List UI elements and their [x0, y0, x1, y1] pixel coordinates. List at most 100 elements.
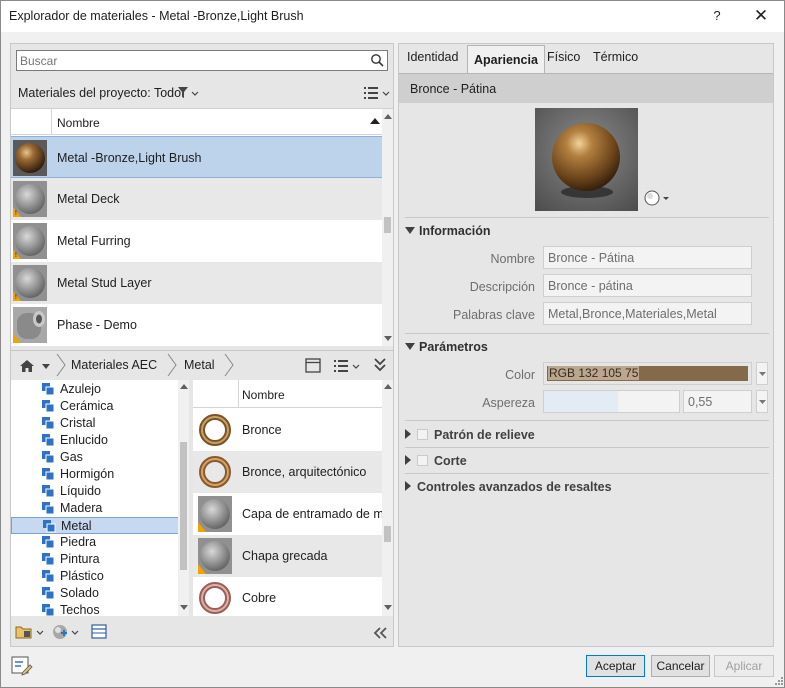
collapse-library-icon[interactable]: [373, 357, 387, 373]
open-library-icon[interactable]: [15, 624, 45, 640]
tree-item[interactable]: Gas: [11, 449, 179, 466]
keywords-field[interactable]: Metal,Bronce,Materiales,Metal: [543, 302, 752, 325]
tree-item[interactable]: Enlucido: [11, 432, 179, 449]
create-material-icon[interactable]: [51, 623, 81, 641]
roughness-slider[interactable]: [543, 390, 680, 413]
tab-thermal[interactable]: Térmico: [593, 50, 638, 64]
description-field[interactable]: Bronce - pátina: [543, 274, 752, 297]
color-dropdown[interactable]: [756, 362, 768, 385]
roughness-dropdown[interactable]: [756, 390, 768, 413]
collapse-left-icon[interactable]: [373, 627, 387, 639]
search-icon[interactable]: [370, 53, 384, 67]
preview-shape-icon[interactable]: [643, 189, 671, 207]
library-material-row[interactable]: Bronce: [193, 409, 384, 451]
material-folder-icon: [42, 400, 55, 413]
tree-item[interactable]: Piedra: [11, 534, 179, 551]
color-field[interactable]: RGB 132 105 75: [543, 362, 752, 385]
material-folder-icon: [42, 604, 55, 616]
tree-item[interactable]: Plástico: [11, 568, 179, 585]
tree-item[interactable]: Cerámica: [11, 398, 179, 415]
breadcrumb-metal[interactable]: Metal: [184, 358, 215, 372]
material-row[interactable]: ! Metal Furring: [11, 220, 382, 262]
panel-layout-icon[interactable]: [305, 358, 321, 373]
column-header-name[interactable]: Nombre: [57, 116, 100, 130]
library-dropdown-icon[interactable]: [41, 363, 51, 371]
tree-item-label: Plástico: [60, 569, 104, 583]
tree-scrollbar[interactable]: [178, 380, 189, 616]
material-name: Phase - Demo: [57, 318, 137, 332]
column-header-name[interactable]: Nombre: [242, 388, 285, 402]
material-name: Metal Deck: [57, 192, 120, 206]
tab-physical[interactable]: Físico: [547, 50, 580, 64]
tree-item[interactable]: Hormigón: [11, 466, 179, 483]
tree-item-label: Líquido: [60, 484, 102, 498]
tree-item[interactable]: Azulejo: [11, 381, 179, 398]
library-material-row[interactable]: Chapa grecada: [193, 535, 384, 577]
material-row[interactable]: ! Metal Deck: [11, 178, 382, 220]
tree-item[interactable]: Cristal: [11, 415, 179, 432]
keywords-label: Palabras clave: [453, 308, 535, 322]
section-information[interactable]: Información: [405, 224, 491, 238]
cancel-button[interactable]: Cancelar: [651, 655, 710, 677]
library-material-row[interactable]: Capa de entramado de metal: [193, 493, 393, 535]
project-materials-grid: Nombre Metal -Bronze,Light Brush ! Metal…: [11, 108, 393, 346]
section-relief-pattern[interactable]: Patrón de relieve: [405, 428, 535, 442]
material-row[interactable]: ! Metal Stud Layer: [11, 262, 382, 304]
view-options-icon[interactable]: [363, 86, 391, 100]
edit-settings-icon[interactable]: [11, 656, 33, 676]
library-material-row[interactable]: Cobre: [193, 577, 384, 616]
cut-checkbox[interactable]: [417, 455, 428, 466]
library-material-row[interactable]: Bronce, arquitectónico: [193, 451, 384, 493]
project-grid-scrollbar[interactable]: [382, 109, 393, 346]
color-swatch: RGB 132 105 75: [547, 366, 748, 381]
gray-sphere-thumbnail: !: [13, 265, 47, 301]
asset-name: Bronce - Pátina: [410, 82, 497, 96]
roughness-label: Aspereza: [482, 396, 535, 410]
name-field[interactable]: Bronce - Pátina: [543, 246, 752, 269]
pipe-thumbnail: [13, 307, 47, 343]
section-parameters[interactable]: Parámetros: [405, 340, 488, 354]
color-label: Color: [505, 368, 535, 382]
breadcrumb-aec-materials[interactable]: Materiales AEC: [71, 358, 157, 372]
tree-item-label: Cristal: [60, 416, 96, 430]
material-name: Metal -Bronze,Light Brush: [57, 151, 202, 165]
tree-item-label: Gas: [60, 450, 83, 464]
resize-grip-icon[interactable]: [775, 677, 784, 686]
svg-text:!: !: [15, 209, 18, 217]
material-name: Metal Furring: [57, 234, 131, 248]
library-materials-grid: Nombre Bronce Bronce, arquitectónico Cap…: [193, 380, 393, 616]
material-row[interactable]: Phase - Demo: [11, 304, 382, 346]
filter-icon[interactable]: [177, 86, 199, 100]
tree-item[interactable]: Solado: [11, 585, 179, 602]
library-view-options-icon[interactable]: [333, 359, 361, 373]
material-folder-icon: [42, 451, 55, 464]
tree-item[interactable]: Techos: [11, 602, 179, 616]
tab-appearance[interactable]: Apariencia: [467, 45, 545, 73]
section-advanced-highlights[interactable]: Controles avanzados de resaltes: [405, 480, 612, 494]
tree-item[interactable]: Metal: [11, 517, 179, 534]
apply-button[interactable]: Aplicar: [714, 655, 774, 677]
material-editor-panel: Identidad Apariencia Físico Térmico Bron…: [398, 43, 774, 647]
section-cut[interactable]: Corte: [405, 454, 467, 468]
tree-item-label: Solado: [60, 586, 99, 600]
tree-item[interactable]: Pintura: [11, 551, 179, 568]
relief-checkbox[interactable]: [417, 429, 428, 440]
search-input[interactable]: [17, 51, 357, 70]
tree-item-label: Madera: [60, 501, 103, 515]
home-icon[interactable]: [19, 359, 35, 373]
material-editor-icon[interactable]: [91, 624, 107, 639]
tab-identity[interactable]: Identidad: [407, 50, 458, 64]
project-materials-label: Materiales del proyecto: Todo: [18, 86, 182, 100]
material-name: Capa de entramado de metal: [242, 507, 393, 521]
material-folder-icon: [42, 570, 55, 583]
help-button[interactable]: ?: [707, 6, 727, 26]
library-grid-scrollbar[interactable]: [382, 380, 393, 616]
material-name: Metal Stud Layer: [57, 276, 152, 290]
ok-button[interactable]: Aceptar: [586, 655, 645, 677]
material-row[interactable]: Metal -Bronze,Light Brush: [11, 136, 382, 178]
tree-item[interactable]: Líquido: [11, 483, 179, 500]
window-title: Explorador de materiales - Metal -Bronze…: [9, 9, 304, 23]
roughness-value[interactable]: 0,55: [683, 390, 752, 413]
tree-item[interactable]: Madera: [11, 500, 179, 517]
close-button[interactable]: ✕: [749, 5, 773, 27]
